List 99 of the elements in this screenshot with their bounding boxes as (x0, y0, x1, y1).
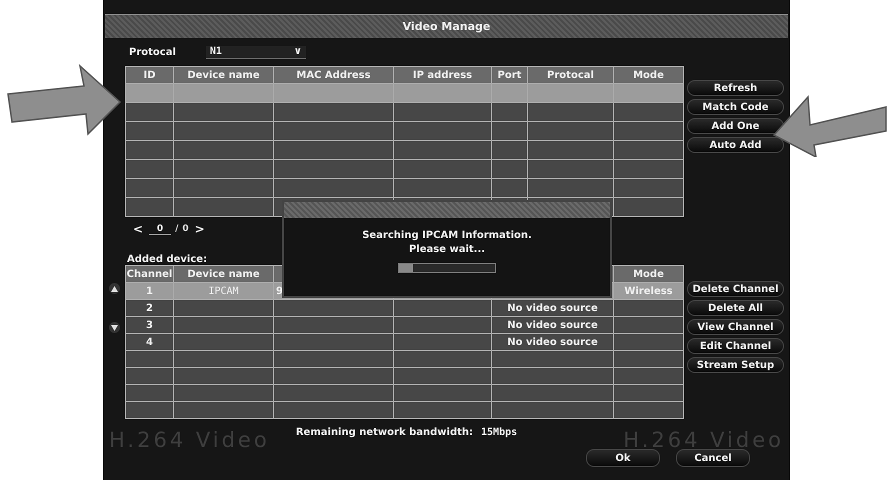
table-cell[interactable] (174, 102, 274, 122)
next-page-button[interactable]: > (192, 222, 207, 236)
table-cell[interactable] (394, 160, 492, 178)
table-cell (614, 368, 684, 384)
table-cell[interactable] (614, 198, 684, 216)
table-cell (614, 384, 684, 402)
column-header: Device name (174, 266, 274, 282)
column-header: ID (126, 66, 174, 84)
table-cell[interactable] (394, 84, 492, 102)
action-button[interactable]: Match Code (687, 99, 784, 115)
table-cell[interactable] (174, 198, 274, 216)
table-cell (614, 334, 684, 350)
column-header: MAC Address (274, 66, 394, 84)
page-total: 0 (182, 224, 189, 234)
page-field[interactable]: 0 (149, 224, 172, 234)
column-header: Port (492, 66, 528, 84)
dialog-button[interactable]: Ok (586, 449, 660, 467)
protocol-label: Protocal (129, 46, 176, 58)
action-button[interactable]: Add One (687, 118, 784, 134)
table-cell[interactable] (528, 102, 614, 122)
column-header: Mode (614, 66, 684, 84)
table-cell (614, 402, 684, 418)
added-device-label: Added device: (127, 254, 208, 265)
table-cell[interactable] (528, 160, 614, 178)
table-cell: IPCAM (174, 282, 274, 300)
protocol-dropdown[interactable]: N1 ∨ (206, 46, 306, 58)
bandwidth-value: 15Mbps (481, 426, 518, 438)
table-cell[interactable] (126, 140, 174, 160)
action-button[interactable]: Delete All (687, 300, 784, 316)
table-cell[interactable] (492, 122, 528, 140)
table-cell[interactable] (528, 122, 614, 140)
table-cell[interactable] (394, 140, 492, 160)
window-title: Video Manage (105, 14, 788, 38)
table-cell (614, 350, 684, 368)
table-cell[interactable] (614, 140, 684, 160)
table-cell: Wireless (614, 282, 684, 300)
table-cell[interactable] (274, 140, 394, 160)
table-cell[interactable] (492, 102, 528, 122)
up-triangle-icon (110, 286, 118, 292)
table-cell[interactable] (492, 140, 528, 160)
page-separator: / (175, 224, 178, 234)
table-cell: 1 (126, 282, 174, 300)
table-cell[interactable] (394, 102, 492, 122)
table-cell[interactable] (126, 198, 174, 216)
scroll-up-button[interactable] (108, 283, 120, 294)
table-cell: No video source (492, 316, 614, 334)
table-cell: 2 (126, 300, 174, 316)
table-cell[interactable] (174, 178, 274, 198)
action-button[interactable]: Delete Channel (687, 281, 784, 297)
table-cell[interactable] (528, 178, 614, 198)
table-cell: No video source (492, 300, 614, 316)
action-button[interactable]: Refresh (687, 80, 784, 96)
table-cell[interactable] (126, 160, 174, 178)
column-header: Mode (614, 266, 684, 282)
action-button[interactable]: Auto Add (687, 137, 784, 153)
table-cell: 3 (126, 316, 174, 334)
table-cell[interactable] (528, 84, 614, 102)
scroll-down-button[interactable] (108, 322, 120, 333)
column-header: IP address (394, 66, 492, 84)
dialog-message: Please wait... (408, 244, 486, 255)
table-cell[interactable] (614, 122, 684, 140)
table-cell[interactable] (394, 122, 492, 140)
table-cell[interactable] (174, 84, 274, 102)
column-header: Protocal (528, 66, 614, 84)
table-cell[interactable] (126, 178, 174, 198)
action-button[interactable]: Stream Setup (687, 357, 784, 373)
column-header: Channel (126, 266, 174, 282)
table-cell[interactable] (614, 84, 684, 102)
table-cell (614, 300, 684, 316)
table-cell: 4 (126, 334, 174, 350)
table-cell[interactable] (274, 178, 394, 198)
table-cell (614, 316, 684, 334)
dialog-button[interactable]: Cancel (676, 449, 750, 467)
dialog-message: Searching IPCAM Information. (362, 230, 532, 241)
table-cell[interactable] (492, 84, 528, 102)
table-cell[interactable] (528, 140, 614, 160)
previous-page-button[interactable]: < (131, 222, 146, 236)
table-cell[interactable] (126, 102, 174, 122)
table-cell: No video source (492, 334, 614, 350)
action-button[interactable]: View Channel (687, 319, 784, 335)
table-cell[interactable] (126, 122, 174, 140)
table-cell[interactable] (394, 178, 492, 198)
table-cell[interactable] (174, 160, 274, 178)
down-triangle-icon (110, 324, 118, 330)
table-cell[interactable] (274, 160, 394, 178)
table-cell[interactable] (174, 122, 274, 140)
bandwidth-label: Remaining network bandwidth: (296, 426, 474, 438)
table-cell[interactable] (274, 102, 394, 122)
column-header: Device name (174, 66, 274, 84)
table-cell[interactable] (614, 160, 684, 178)
table-cell[interactable] (274, 122, 394, 140)
table-cell[interactable] (492, 178, 528, 198)
table-cell[interactable] (126, 84, 174, 102)
table-cell[interactable] (274, 84, 394, 102)
action-button[interactable]: Edit Channel (687, 338, 784, 354)
table-cell[interactable] (614, 102, 684, 122)
table-cell[interactable] (492, 160, 528, 178)
table-cell[interactable] (614, 178, 684, 198)
table-cell[interactable] (174, 140, 274, 160)
